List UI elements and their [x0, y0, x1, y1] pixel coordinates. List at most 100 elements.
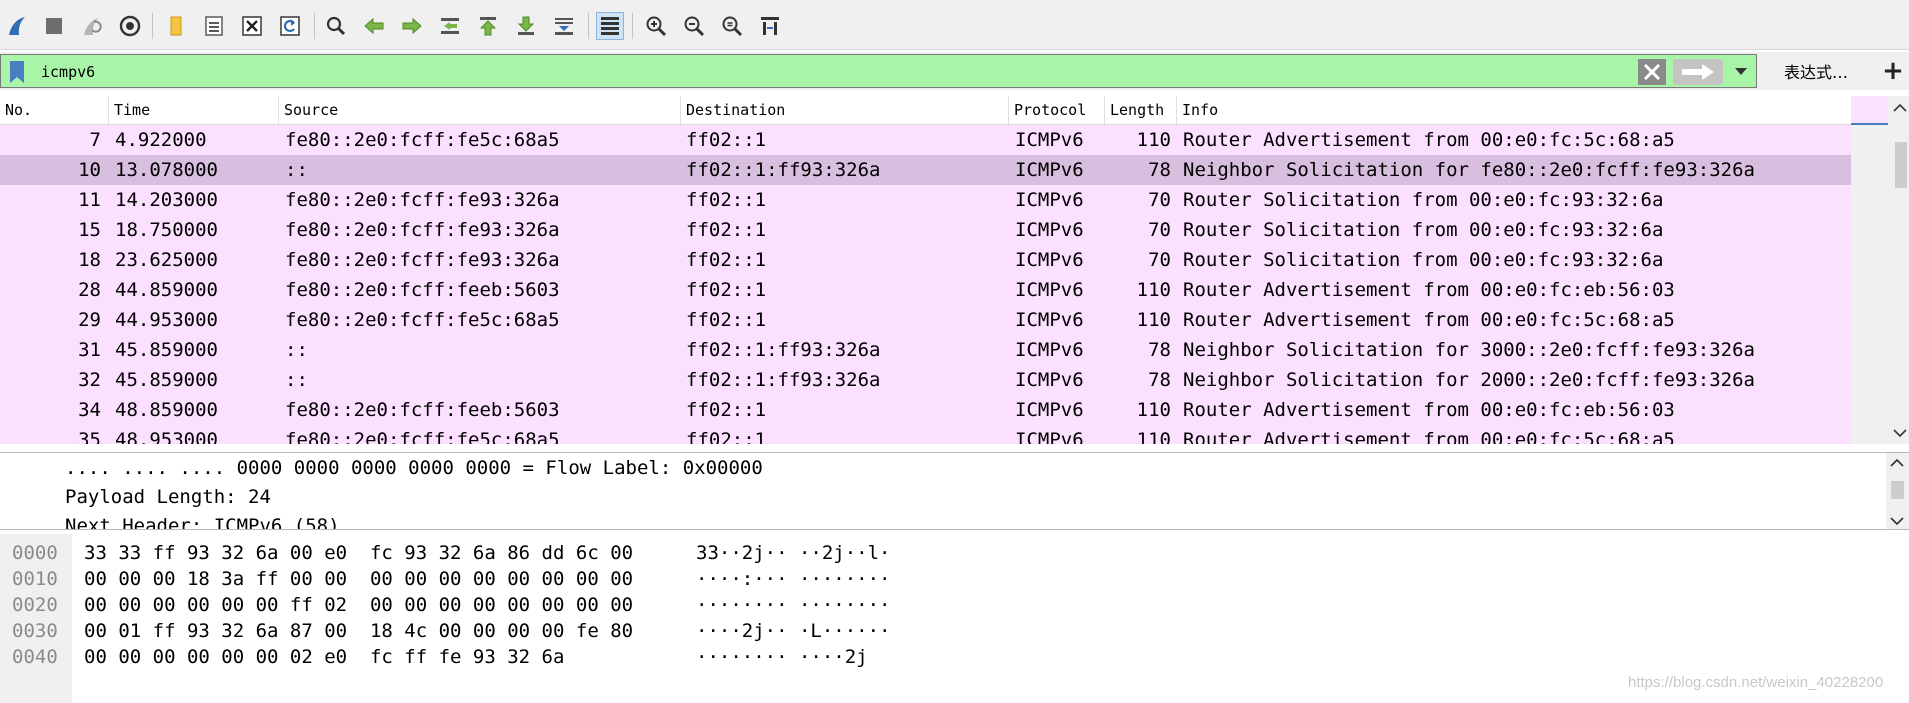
packet-cell-destination: ff02::1 — [686, 309, 767, 331]
packet-cell-info: Router Solicitation from 00:e0:fc:93:32:… — [1183, 189, 1664, 211]
packet-cell-protocol: ICMPv6 — [1015, 399, 1084, 421]
close-file-icon[interactable] — [238, 12, 266, 40]
column-header-protocol[interactable]: Protocol — [1009, 96, 1105, 125]
packet-row[interactable]: 15 18.750000 fe80::2e0:fcff:fe93:326a ff02:… — [0, 215, 1851, 245]
column-header-info[interactable]: Info — [1177, 96, 1851, 125]
packet-cell-length: 70 — [1148, 249, 1171, 271]
packet-cell-time: 44.859000 — [115, 279, 218, 301]
bytes-offset[interactable]: 0040 — [12, 644, 58, 670]
add-filter-button[interactable]: + — [1878, 54, 1908, 88]
packet-cell-protocol: ICMPv6 — [1015, 129, 1084, 151]
packet-cell-destination: ff02::1 — [686, 219, 767, 241]
packet-cell-source: fe80::2e0:fcff:feeb:5603 — [285, 399, 560, 421]
column-header-destination[interactable]: Destination — [681, 96, 1009, 125]
details-scrollbar[interactable] — [1886, 453, 1909, 529]
bookmark-icon[interactable] — [7, 59, 27, 85]
packet-row[interactable]: 28 44.859000 fe80::2e0:fcff:feeb:5603 ff02:… — [0, 275, 1851, 305]
go-back-icon[interactable] — [360, 12, 388, 40]
go-to-packet-icon[interactable] — [436, 12, 464, 40]
bytes-offset[interactable]: 0020 — [12, 592, 58, 618]
bytes-ascii[interactable]: ········ ····2j — [696, 644, 868, 670]
bytes-ascii[interactable]: ····2j·· ·L······ — [696, 618, 890, 644]
bytes-ascii[interactable]: 33··2j·· ··2j··l· — [696, 540, 890, 566]
bytes-offset[interactable]: 0030 — [12, 618, 58, 644]
packet-cell-destination: ff02::1:ff93:326a — [686, 339, 881, 361]
go-first-icon[interactable] — [474, 12, 502, 40]
go-forward-icon[interactable] — [398, 12, 426, 40]
zoom-in-icon[interactable] — [642, 12, 670, 40]
packet-cell-length: 110 — [1136, 279, 1171, 301]
restart-capture-icon[interactable] — [78, 12, 106, 40]
packet-cell-length: 110 — [1136, 429, 1171, 444]
apply-filter-button[interactable] — [1673, 59, 1723, 85]
packet-cell-source: :: — [285, 339, 308, 361]
packet-cell-destination: ff02::1:ff93:326a — [686, 159, 881, 181]
clear-filter-button[interactable] — [1638, 59, 1666, 85]
packet-cell-source: fe80::2e0:fcff:fe93:326a — [285, 219, 560, 241]
packet-row[interactable]: 7 4.922000 fe80::2e0:fcff:fe5c:68a5 ff02::1… — [0, 125, 1851, 155]
stop-capture-icon[interactable] — [40, 12, 68, 40]
packet-list: No. Time Source Destination Protocol Len… — [0, 96, 1909, 448]
detail-next-header[interactable]: Next Header: ICMPv6 (58) — [65, 511, 340, 529]
packet-cell-length: 70 — [1148, 219, 1171, 241]
packet-row[interactable]: 29 44.953000 fe80::2e0:fcff:fe5c:68a5 ff02:… — [0, 305, 1851, 335]
packet-cell-protocol: ICMPv6 — [1015, 369, 1084, 391]
packet-cell-length: 110 — [1136, 129, 1171, 151]
column-header-length[interactable]: Length — [1105, 96, 1177, 125]
packet-cell-info: Router Advertisement from 00:e0:fc:eb:56… — [1183, 279, 1675, 301]
bytes-hex[interactable]: 00 00 00 00 00 00 02 e0 fc ff fe 93 32 6… — [84, 644, 564, 670]
find-packet-icon[interactable] — [322, 12, 350, 40]
packet-cell-info: Neighbor Solicitation for fe80::2e0:fcff… — [1183, 159, 1755, 181]
reload-file-icon[interactable] — [276, 12, 304, 40]
bytes-ascii[interactable]: ····:··· ········ — [696, 566, 890, 592]
packet-row[interactable]: 34 48.859000 fe80::2e0:fcff:feeb:5603 ff02:… — [0, 395, 1851, 425]
filter-history-dropdown[interactable] — [1728, 59, 1754, 85]
packet-row[interactable]: 10 13.078000:: ff02::1:ff93:326a ICMPv6 78 Ne… — [0, 155, 1851, 185]
go-last-icon[interactable] — [512, 12, 540, 40]
packet-cell-destination: ff02::1 — [686, 429, 767, 444]
detail-payload-length[interactable]: Payload Length: 24 — [65, 482, 271, 512]
filter-input[interactable] — [41, 61, 1541, 83]
packet-row[interactable]: 32 45.859000:: ff02::1:ff93:326a ICMPv6 78 Ne… — [0, 365, 1851, 395]
colorize-icon[interactable] — [596, 12, 624, 40]
normal-size-icon[interactable] — [718, 12, 746, 40]
packet-cell-protocol: ICMPv6 — [1015, 249, 1084, 271]
capture-options-icon[interactable] — [116, 12, 144, 40]
open-file-icon[interactable] — [162, 12, 190, 40]
packet-cell-time: 14.203000 — [115, 189, 218, 211]
packet-list-header: No. Time Source Destination Protocol Len… — [0, 96, 1851, 125]
packet-cell-time: 48.953000 — [115, 429, 218, 444]
main-toolbar — [0, 0, 1909, 50]
packet-row[interactable]: 35 48.953000 fe80::2e0:fcff:fe5c:68a5 ff02:… — [0, 425, 1851, 444]
packet-cell-time: 23.625000 — [115, 249, 218, 271]
resize-columns-icon[interactable] — [756, 12, 784, 40]
auto-scroll-icon[interactable] — [550, 12, 578, 40]
packet-cell-source: fe80::2e0:fcff:fe5c:68a5 — [285, 129, 560, 151]
packet-row[interactable]: 11 14.203000 fe80::2e0:fcff:fe93:326a ff02:… — [0, 185, 1851, 215]
expression-button[interactable]: 表达式… — [1762, 56, 1870, 86]
bytes-row: 0010 00 00 00 18 3a ff 00 00 00 00 00 00 … — [0, 566, 1909, 592]
bytes-hex[interactable]: 00 00 00 00 00 00 ff 02 00 00 00 00 00 0… — [84, 592, 633, 618]
bytes-offset[interactable]: 0010 — [12, 566, 58, 592]
save-file-icon[interactable] — [200, 12, 228, 40]
bytes-hex[interactable]: 00 01 ff 93 32 6a 87 00 18 4c 00 00 00 0… — [84, 618, 633, 644]
detail-flow-label[interactable]: .... .... .... 0000 0000 0000 0000 0000 … — [65, 453, 763, 483]
bytes-hex[interactable]: 00 00 00 18 3a ff 00 00 00 00 00 00 00 0… — [84, 566, 633, 592]
close-icon — [1643, 63, 1661, 81]
bytes-offset[interactable]: 0000 — [12, 540, 58, 566]
packet-cell-info: Neighbor Solicitation for 3000::2e0:fcff… — [1183, 339, 1755, 361]
packet-list-scrollbar[interactable] — [1851, 96, 1909, 444]
packet-bytes-pane: 0000 33 33 ff 93 32 6a 00 e0 fc 93 32 6a … — [0, 534, 1909, 703]
column-header-source[interactable]: Source — [279, 96, 681, 125]
column-header-time[interactable]: Time — [109, 96, 279, 125]
packet-row[interactable]: 18 23.625000 fe80::2e0:fcff:fe93:326a ff02:… — [0, 245, 1851, 275]
bytes-ascii[interactable]: ········ ········ — [696, 592, 890, 618]
packet-cell-info: Router Advertisement from 00:e0:fc:5c:68… — [1183, 129, 1675, 151]
column-header-no[interactable]: No. — [0, 96, 109, 125]
packet-row[interactable]: 31 45.859000:: ff02::1:ff93:326a ICMPv6 78 Ne… — [0, 335, 1851, 365]
packet-cell-protocol: ICMPv6 — [1015, 429, 1084, 444]
packet-cell-no: 29 — [78, 309, 101, 331]
start-capture-icon[interactable] — [4, 12, 32, 40]
bytes-hex[interactable]: 33 33 ff 93 32 6a 00 e0 fc 93 32 6a 86 d… — [84, 540, 633, 566]
zoom-out-icon[interactable] — [680, 12, 708, 40]
